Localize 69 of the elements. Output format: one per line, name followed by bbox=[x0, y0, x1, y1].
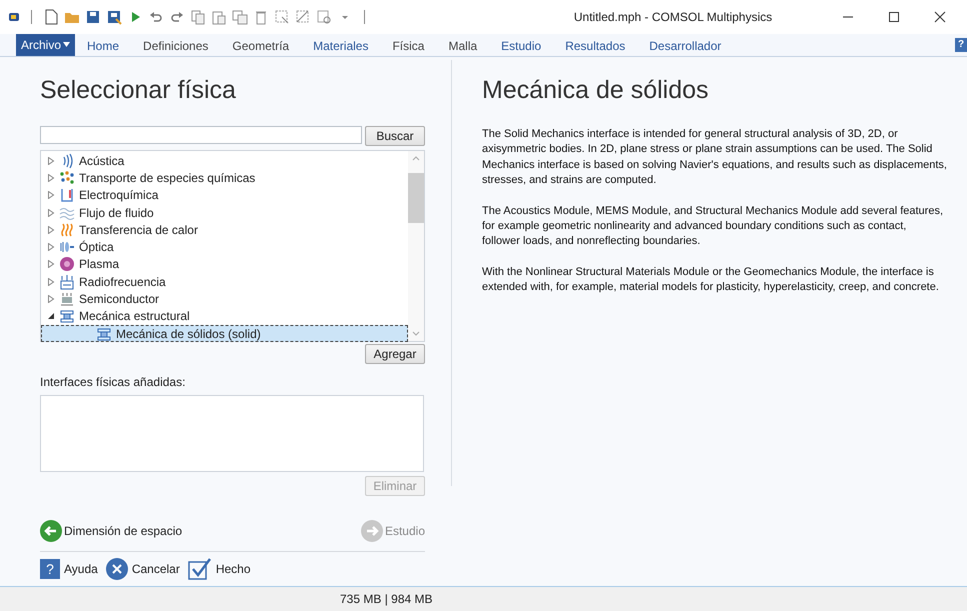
done-button[interactable]: Hecho bbox=[188, 558, 251, 580]
select-icon[interactable] bbox=[274, 9, 290, 25]
paste-icon[interactable] bbox=[211, 9, 227, 25]
help-heading: Mecánica de sólidos bbox=[482, 76, 710, 105]
undo-icon[interactable] bbox=[148, 9, 164, 25]
help-paragraph: The Solid Mechanics interface is intended for general structural analysis of 3D, 2D, or axisymmetric bodies. In 2D, plane stress or plane strain assumptions can be used. The Solid Mechanics interface is based on solving Navier's equations, and results such as displacements, stresses, and strains are computed. bbox=[482, 127, 947, 188]
collapsed-arrow-icon[interactable] bbox=[47, 295, 55, 304]
tree-item[interactable]: Flujo de fluido bbox=[41, 204, 408, 222]
tree-item[interactable]: Plasma bbox=[41, 256, 408, 274]
tree-item[interactable]: Mecánica estructural bbox=[41, 308, 408, 325]
memory-usage: 735 MB | 984 MB bbox=[340, 592, 432, 606]
ribbon-tab[interactable]: Definiciones bbox=[131, 36, 220, 56]
search-field[interactable] bbox=[40, 126, 362, 144]
ribbon-tab[interactable]: Física bbox=[380, 36, 436, 56]
ribbon-tab[interactable]: Materiales bbox=[301, 36, 380, 56]
tree-item[interactable]: Semiconductor bbox=[41, 290, 408, 308]
help-icon: ? bbox=[40, 559, 60, 579]
field-label: Interfaces físicas añadidas: bbox=[40, 375, 186, 389]
save-as-icon[interactable] bbox=[106, 9, 122, 25]
ribbon-tab[interactable]: Resultados bbox=[553, 36, 638, 56]
help-paragraph: The Acoustics Module, MEMS Module, and Structural Mechanics Module add several features, for example geometric nonlinearity and advanced boundary conditions such as contact, follower loads, and nonreflecting boundaries. bbox=[482, 204, 944, 250]
search-button[interactable]: Buscar bbox=[365, 126, 425, 146]
plasma-ball-icon bbox=[59, 256, 75, 272]
trash-icon[interactable] bbox=[253, 9, 269, 25]
caret-icon bbox=[63, 42, 70, 48]
tree-item[interactable]: Óptica bbox=[41, 238, 408, 256]
ribbon-tab[interactable]: Desarrollador bbox=[637, 36, 734, 56]
new-file-icon[interactable] bbox=[43, 9, 59, 25]
heat-waves-icon bbox=[59, 222, 75, 238]
cancel-button[interactable]: Cancelar bbox=[106, 558, 180, 580]
maximize-icon[interactable] bbox=[888, 11, 900, 23]
app-logo-icon bbox=[8, 11, 20, 23]
beam-support-icon bbox=[96, 326, 112, 342]
checkbox-tick-icon bbox=[188, 558, 212, 580]
help-button[interactable]: ? bbox=[955, 38, 967, 52]
window-title: Untitled.mph - COMSOL Multiphysics bbox=[572, 10, 774, 24]
back-button[interactable]: Dimensión de espacio bbox=[40, 520, 182, 542]
tree-item[interactable]: Mecánica de sólidos (solid) bbox=[41, 324, 408, 342]
scrollbar-thumb[interactable] bbox=[408, 173, 424, 223]
save-icon[interactable] bbox=[85, 9, 101, 25]
zoom-selection-icon[interactable] bbox=[316, 9, 332, 25]
help-paragraph: With the Nonlinear Structural Materials Module or the Geomechanics Module, the interface is extended with, for example, material models for plasticity, hyperelasticity, creep, and concrete. bbox=[482, 264, 940, 296]
dots-icon bbox=[59, 170, 75, 186]
cancel-icon bbox=[106, 558, 128, 580]
file-menu-button[interactable]: Archivo bbox=[16, 34, 76, 56]
tree-item[interactable]: Transferencia de calor bbox=[41, 221, 408, 238]
ribbon-tab[interactable]: Malla bbox=[436, 36, 490, 56]
collapsed-arrow-icon[interactable] bbox=[47, 191, 55, 200]
tree-item[interactable]: Acústica bbox=[41, 152, 408, 170]
help-button[interactable]: ? Ayuda bbox=[40, 558, 98, 580]
ribbon-tab[interactable]: Estudio bbox=[489, 36, 554, 56]
redo-icon[interactable] bbox=[169, 9, 185, 25]
copy-icon[interactable] bbox=[190, 9, 206, 25]
tree-item[interactable]: Electroquímica bbox=[41, 186, 408, 204]
beaker-icon bbox=[59, 187, 75, 204]
tree-item[interactable]: Transporte de especies químicas bbox=[41, 169, 408, 187]
close-icon[interactable] bbox=[934, 11, 946, 23]
ribbon-tab[interactable]: Geometría bbox=[220, 36, 302, 56]
panel-heading: Seleccionar física bbox=[40, 76, 237, 105]
antenna-icon bbox=[59, 274, 75, 290]
beam-support-icon bbox=[59, 308, 75, 324]
tree-item[interactable]: Radiofrecuencia bbox=[41, 273, 408, 290]
expanded-arrow-icon[interactable] bbox=[47, 312, 55, 320]
ribbon-tab[interactable]: Home bbox=[75, 36, 132, 56]
collapsed-arrow-icon[interactable] bbox=[47, 278, 55, 286]
chip-icon bbox=[59, 291, 75, 308]
duplicate-icon[interactable] bbox=[232, 9, 248, 25]
deselect-icon[interactable] bbox=[295, 9, 311, 25]
add-button[interactable]: Agregar bbox=[365, 344, 425, 364]
